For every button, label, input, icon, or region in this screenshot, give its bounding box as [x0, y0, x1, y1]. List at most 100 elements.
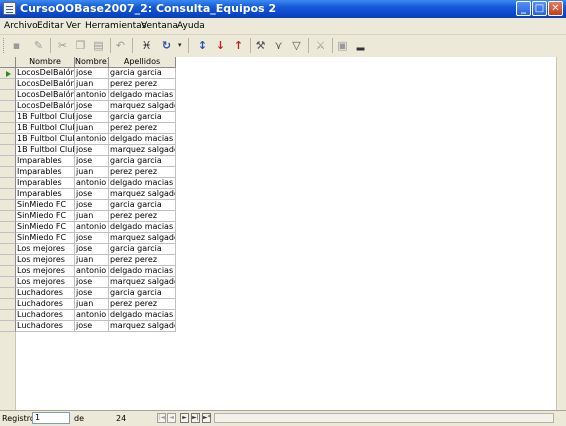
- table-cell[interactable]: antonio: [75, 90, 109, 101]
- table-cell[interactable]: Imparables: [16, 189, 75, 200]
- table-cell[interactable]: perez perez: [109, 211, 176, 222]
- last-record-button[interactable]: ►|: [191, 413, 200, 423]
- save-icon[interactable]: ▪: [10, 39, 23, 52]
- row-selector[interactable]: [0, 112, 16, 123]
- table-cell[interactable]: antonio: [75, 178, 109, 189]
- table-cell[interactable]: antonio: [75, 222, 109, 233]
- cut-icon[interactable]: ✂: [56, 39, 69, 52]
- menu-ver[interactable]: Ver: [66, 21, 81, 31]
- autofilter-icon[interactable]: ⚒: [254, 39, 267, 52]
- row-selector[interactable]: [0, 277, 16, 288]
- menu-ventana[interactable]: Ventana: [141, 21, 178, 31]
- table-cell[interactable]: marquez salgado: [109, 321, 176, 332]
- table-cell[interactable]: delgado macias: [109, 178, 176, 189]
- overflow-icon[interactable]: ▂: [354, 39, 367, 52]
- redo-dropdown-icon[interactable]: ▾: [178, 41, 182, 49]
- table-cell[interactable]: garcia garcia: [109, 112, 176, 123]
- table-cell[interactable]: Imparables: [16, 178, 75, 189]
- table-cell[interactable]: garcia garcia: [109, 156, 176, 167]
- toolbar-grip[interactable]: [3, 38, 7, 53]
- redo-icon[interactable]: ↻: [160, 39, 173, 52]
- table-cell[interactable]: LocosDelBalón: [16, 79, 75, 90]
- row-selector[interactable]: [0, 156, 16, 167]
- table-cell[interactable]: marquez salgado: [109, 101, 176, 112]
- table-cell[interactable]: marquez salgado: [109, 145, 176, 156]
- close-button[interactable]: ✕: [548, 1, 563, 16]
- row-selector[interactable]: [0, 211, 16, 222]
- horizontal-scrollbar[interactable]: [214, 413, 554, 423]
- table-cell[interactable]: delgado macias: [109, 90, 176, 101]
- copy-icon[interactable]: ❐: [74, 39, 87, 52]
- row-selector[interactable]: [0, 178, 16, 189]
- row-selector[interactable]: [0, 233, 16, 244]
- row-selector[interactable]: [0, 288, 16, 299]
- row-selector[interactable]: [0, 310, 16, 321]
- menu-ayuda[interactable]: Ayuda: [177, 21, 205, 31]
- table-cell[interactable]: Imparables: [16, 167, 75, 178]
- table-cell[interactable]: marquez salgado: [109, 233, 176, 244]
- row-selector[interactable]: [0, 68, 16, 79]
- row-selector[interactable]: [0, 79, 16, 90]
- table-cell[interactable]: SinMiedo FC: [16, 233, 75, 244]
- row-selector[interactable]: [0, 266, 16, 277]
- next-record-button[interactable]: ►: [180, 413, 189, 423]
- table-cell[interactable]: garcia garcia: [109, 288, 176, 299]
- row-selector[interactable]: [0, 222, 16, 233]
- menu-herramientas[interactable]: Herramientas: [85, 21, 146, 31]
- sort-za-icon[interactable]: ↑: [232, 39, 245, 52]
- table-cell[interactable]: garcia garcia: [109, 68, 176, 79]
- maximize-button[interactable]: □: [532, 1, 547, 16]
- table-cell[interactable]: jose: [75, 112, 109, 123]
- paste-icon[interactable]: ▤: [92, 39, 105, 52]
- table-cell[interactable]: jose: [75, 189, 109, 200]
- table-cell[interactable]: jose: [75, 156, 109, 167]
- row-selector[interactable]: [0, 244, 16, 255]
- table-cell[interactable]: antonio: [75, 310, 109, 321]
- table-cell[interactable]: LocosDelBalón: [16, 68, 75, 79]
- table-cell[interactable]: jose: [75, 321, 109, 332]
- filter-icon[interactable]: ▽: [290, 39, 303, 52]
- table-cell[interactable]: perez perez: [109, 255, 176, 266]
- menu-archivo[interactable]: Archivo: [4, 21, 38, 31]
- table-cell[interactable]: marquez salgado: [109, 277, 176, 288]
- row-selector[interactable]: [0, 145, 16, 156]
- table-cell[interactable]: Luchadores: [16, 288, 75, 299]
- table-cell[interactable]: jose: [75, 233, 109, 244]
- table-cell[interactable]: jose: [75, 101, 109, 112]
- table-cell[interactable]: garcia garcia: [109, 244, 176, 255]
- table-cell[interactable]: Los mejores: [16, 244, 75, 255]
- sort-ascending-icon[interactable]: ↕: [196, 39, 209, 52]
- row-selector[interactable]: [0, 167, 16, 178]
- menu-editar[interactable]: Editar: [37, 21, 64, 31]
- table-cell[interactable]: Luchadores: [16, 299, 75, 310]
- record-number-field[interactable]: 1: [32, 412, 70, 424]
- table-cell[interactable]: jose: [75, 244, 109, 255]
- table-cell[interactable]: garcia garcia: [109, 200, 176, 211]
- table-cell[interactable]: antonio: [75, 266, 109, 277]
- row-selector[interactable]: [0, 189, 16, 200]
- remove-filter-icon[interactable]: ⚔: [314, 39, 327, 52]
- table-cell[interactable]: jose: [75, 277, 109, 288]
- row-selector[interactable]: [0, 200, 16, 211]
- table-cell[interactable]: LocosDelBalón: [16, 101, 75, 112]
- table-cell[interactable]: delgado macias: [109, 134, 176, 145]
- undo-icon[interactable]: ↶: [114, 39, 127, 52]
- find-icon[interactable]: ♓: [140, 39, 153, 52]
- table-cell[interactable]: Luchadores: [16, 310, 75, 321]
- table-cell[interactable]: SinMiedo FC: [16, 211, 75, 222]
- table-cell[interactable]: jose: [75, 288, 109, 299]
- table-cell[interactable]: 1B Fultbol Club: [16, 145, 75, 156]
- table-cell[interactable]: perez perez: [109, 123, 176, 134]
- column-header[interactable]: Nombre1: [75, 57, 109, 68]
- new-record-button[interactable]: ►*: [202, 413, 211, 423]
- table-cell[interactable]: juan: [75, 299, 109, 310]
- table-cell[interactable]: delgado macias: [109, 310, 176, 321]
- row-selector[interactable]: [0, 255, 16, 266]
- table-cell[interactable]: juan: [75, 123, 109, 134]
- table-cell[interactable]: delgado macias: [109, 266, 176, 277]
- table-cell[interactable]: 1B Fultbol Club: [16, 123, 75, 134]
- row-selector[interactable]: [0, 321, 16, 332]
- table-cell[interactable]: marquez salgado: [109, 189, 176, 200]
- table-cell[interactable]: juan: [75, 167, 109, 178]
- table-cell[interactable]: 1B Fultbol Club: [16, 134, 75, 145]
